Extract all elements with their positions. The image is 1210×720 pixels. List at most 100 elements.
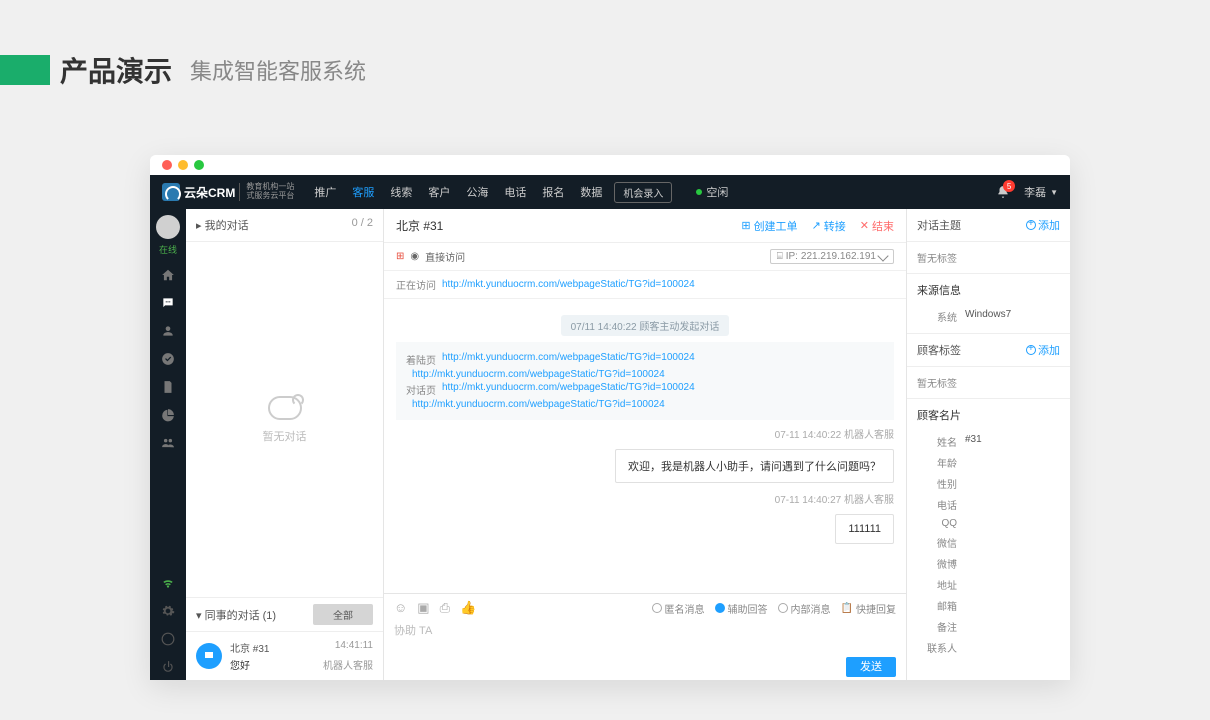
colleague-conversations-title[interactable]: ▾ 同事的对话 (1) <box>196 607 276 623</box>
my-conversations-title[interactable]: ▸ 我的对话 <box>196 217 249 233</box>
slide-subtitle: 集成智能客服系统 <box>190 54 366 86</box>
zoom-dot[interactable] <box>194 160 204 170</box>
transfer-icon: ↗ <box>812 219 821 232</box>
close-dot[interactable] <box>162 160 172 170</box>
transfer-button[interactable]: ↗转接 <box>812 218 846 234</box>
status-idle[interactable]: 空闲 <box>696 184 728 200</box>
power-icon[interactable] <box>155 654 181 680</box>
landing-url[interactable]: http://mkt.yunduocrm.com/webpageStatic/T… <box>442 352 695 367</box>
card-field[interactable]: 微博 <box>907 553 1070 574</box>
online-status[interactable]: 在线 <box>159 243 177 256</box>
chat-body: 07/11 14:40:22 顾客主动发起对话 着陆页http://mkt.yu… <box>384 299 906 593</box>
landing-url-2[interactable]: http://mkt.yunduocrm.com/webpageStatic/T… <box>412 369 665 380</box>
opportunity-button[interactable]: 机会录入 <box>614 182 672 203</box>
send-button[interactable]: 发送 <box>846 657 896 677</box>
card-field[interactable]: 姓名#31 <box>907 431 1070 452</box>
chevron-down-icon <box>877 250 888 261</box>
bot-message-2: 111111 <box>835 514 894 544</box>
nav-item-3[interactable]: 客户 <box>420 184 458 200</box>
chat-url[interactable]: http://mkt.yunduocrm.com/webpageStatic/T… <box>442 382 695 397</box>
empty-state: 暂无对话 <box>186 242 383 597</box>
card-field[interactable]: 邮箱 <box>907 595 1070 616</box>
chat-url-2[interactable]: http://mkt.yunduocrm.com/webpageStatic/T… <box>412 399 665 410</box>
conv-msg: 您好 <box>230 657 250 672</box>
internal-checkbox[interactable]: 内部消息 <box>778 601 831 616</box>
message-input[interactable]: 协助 TA <box>394 622 432 638</box>
more-icon[interactable] <box>155 626 181 652</box>
conversation-count: 0 / 2 <box>352 217 373 233</box>
chat-icon[interactable] <box>155 290 181 316</box>
card-field[interactable]: 年龄 <box>907 452 1070 473</box>
assist-checkbox[interactable]: 辅助回答 <box>715 601 768 616</box>
conversation-panel: ▸ 我的对话 0 / 2 暂无对话 ▾ 同事的对话 (1) 全部 北京 #31 … <box>186 209 384 680</box>
logo-icon <box>162 183 180 201</box>
ip-box[interactable]: ⌸ IP: 221.219.162.191 <box>770 249 894 264</box>
conv-source: 机器人客服 <box>323 657 373 672</box>
slide-title: 产品演示 <box>60 50 172 90</box>
topic-title: 对话主题 <box>917 217 961 233</box>
source-info-title: 来源信息 <box>907 274 1070 306</box>
window-controls <box>150 155 1070 175</box>
conv-time: 14:41:11 <box>335 640 373 655</box>
conversation-item[interactable]: 北京 #31 14:41:11 您好 机器人客服 <box>186 632 383 680</box>
card-field[interactable]: 联系人 <box>907 637 1070 658</box>
monitor-icon: ⌸ <box>777 251 783 262</box>
user-menu[interactable]: 李磊▼ <box>1024 184 1058 200</box>
nav-item-4[interactable]: 公海 <box>458 184 496 200</box>
add-tag-button[interactable]: 添加 <box>1026 342 1060 358</box>
minimize-dot[interactable] <box>178 160 188 170</box>
gear-icon[interactable] <box>155 598 181 624</box>
nav-item-7[interactable]: 数据 <box>572 184 610 200</box>
emoji-icon[interactable]: ☺ <box>394 600 407 616</box>
windows-icon: ⊞ <box>396 251 404 262</box>
notification-bell[interactable]: 5 <box>996 185 1010 199</box>
card-field[interactable]: QQ <box>907 515 1070 532</box>
pie-chart-icon[interactable] <box>155 402 181 428</box>
quick-reply-button[interactable]: 📋快捷回复 <box>841 601 896 616</box>
people-icon[interactable] <box>155 430 181 456</box>
create-ticket-button[interactable]: ⊞创建工单 <box>741 218 797 234</box>
close-icon: ✕ <box>860 219 869 232</box>
visiting-url[interactable]: http://mkt.yunduocrm.com/webpageStatic/T… <box>442 279 695 290</box>
all-button[interactable]: 全部 <box>313 604 373 625</box>
user-avatar[interactable] <box>156 215 180 239</box>
ticket-icon: ⊞ <box>741 219 750 232</box>
attach-icon[interactable]: ⎙ <box>440 600 450 616</box>
nav-item-5[interactable]: 电话 <box>496 184 534 200</box>
anonymous-checkbox[interactable]: 匿名消息 <box>652 601 705 616</box>
conversation-avatar-icon <box>196 643 222 669</box>
plus-icon <box>1026 220 1036 230</box>
document-icon[interactable] <box>155 374 181 400</box>
empty-smile-icon <box>268 396 302 420</box>
chrome-icon: ◉ <box>410 251 419 262</box>
chat-input-area: ☺ ▣ ⎙ 👍 匿名消息 辅助回答 内部消息 📋快捷回复 协助 TA 发送 <box>384 593 906 680</box>
quick-reply-icon: 📋 <box>841 603 853 614</box>
card-field[interactable]: 微信 <box>907 532 1070 553</box>
logo-tagline: 教育机构一站式服务云平台 <box>239 183 294 201</box>
customer-tag-title: 顾客标签 <box>917 342 961 358</box>
nav-item-1[interactable]: 客服 <box>344 184 382 200</box>
image-icon[interactable]: ▣ <box>417 600 429 616</box>
accent-block <box>0 55 50 85</box>
nav-item-0[interactable]: 推广 <box>306 184 344 200</box>
person-icon[interactable] <box>155 318 181 344</box>
thumbs-up-icon[interactable]: 👍 <box>460 600 476 616</box>
card-field[interactable]: 备注 <box>907 616 1070 637</box>
card-field[interactable]: 性别 <box>907 473 1070 494</box>
no-tag-1: 暂无标签 <box>907 242 1070 274</box>
card-field[interactable]: 地址 <box>907 574 1070 595</box>
home-icon[interactable] <box>155 262 181 288</box>
direct-visit-label: 直接访问 <box>425 249 465 264</box>
visiting-label: 正在访问 <box>396 277 436 292</box>
nav-item-2[interactable]: 线索 <box>382 184 420 200</box>
card-field[interactable]: 电话 <box>907 494 1070 515</box>
check-circle-icon[interactable] <box>155 346 181 372</box>
add-topic-button[interactable]: 添加 <box>1026 217 1060 233</box>
end-button[interactable]: ✕结束 <box>860 218 894 234</box>
logo[interactable]: 云朵CRM 教育机构一站式服务云平台 <box>162 183 294 201</box>
wifi-icon[interactable] <box>155 570 181 596</box>
timestamp-1: 07-11 14:40:22 机器人客服 <box>396 426 894 441</box>
no-tag-2: 暂无标签 <box>907 367 1070 399</box>
chat-panel: 北京 #31 ⊞创建工单 ↗转接 ✕结束 ⊞ ◉ 直接访问 <box>384 209 907 680</box>
nav-item-6[interactable]: 报名 <box>534 184 572 200</box>
